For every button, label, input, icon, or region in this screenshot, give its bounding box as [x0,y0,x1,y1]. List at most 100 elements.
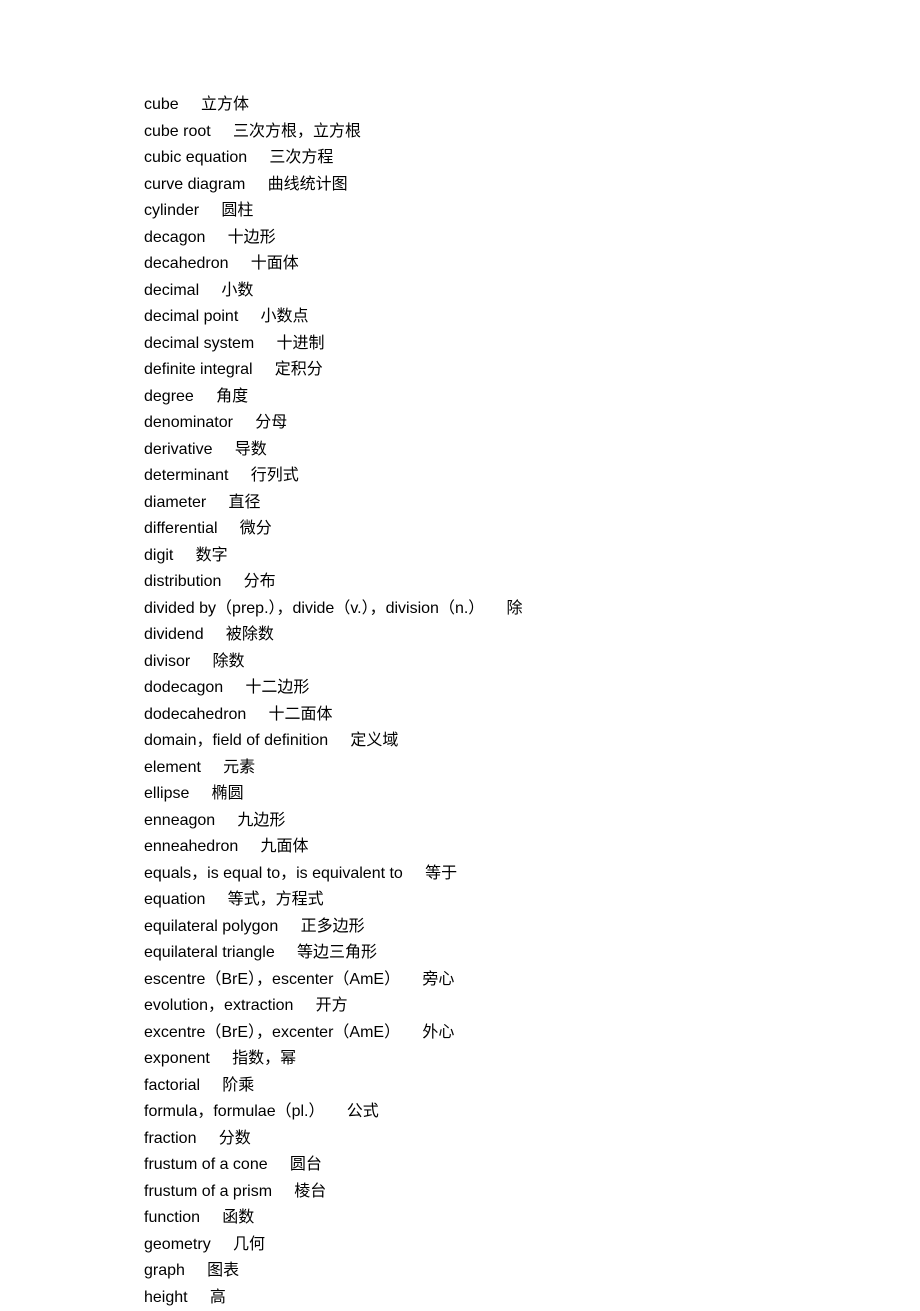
glossary-line: dodecahedron 十二面体 [144,702,920,729]
term-text: definite integral [144,361,253,378]
glossary-line: function 函数 [144,1205,920,1232]
glossary-line: decimal system 十进制 [144,331,920,358]
definition-text: 导数 [235,441,267,458]
glossary-line: enneahedron 九面体 [144,834,920,861]
separator [403,865,425,882]
term-text: cube [144,96,179,113]
term-text: enneahedron [144,838,238,855]
glossary-line: graph 图表 [144,1258,920,1285]
term-text: function [144,1209,200,1226]
separator [253,361,275,378]
glossary-line: distribution 分布 [144,569,920,596]
term-text: equation [144,891,205,908]
definition-text: 高 [210,1289,226,1306]
glossary-line: divisor 除数 [144,649,920,676]
definition-text: 圆台 [290,1156,322,1173]
definition-text: 几何 [233,1236,265,1253]
definition-text: 被除数 [226,626,274,643]
term-text: derivative [144,441,212,458]
definition-text: 阶乘 [222,1077,254,1094]
definition-text: 小数点 [261,308,309,325]
glossary-line: dividend 被除数 [144,622,920,649]
glossary-line: formula，formulae（pl.） 公式 [144,1099,920,1126]
separator [400,1024,422,1041]
glossary-line: escentre（BrE），escenter（AmE） 旁心 [144,967,920,994]
term-text: decagon [144,229,205,246]
separator [199,282,221,299]
term-text: equilateral polygon [144,918,278,935]
glossary-line: definite integral 定积分 [144,357,920,384]
separator [204,626,226,643]
definition-text: 分布 [244,573,276,590]
glossary-line: decagon 十边形 [144,225,920,252]
definition-text: 棱台 [294,1183,326,1200]
term-text: frustum of a prism [144,1183,272,1200]
definition-text: 三次方根，立方根 [233,123,361,140]
term-text: geometry [144,1236,211,1253]
separator [245,176,267,193]
definition-text: 元素 [223,759,255,776]
term-text: dodecahedron [144,706,246,723]
glossary-line: decimal point 小数点 [144,304,920,331]
glossary-line: derivative 导数 [144,437,920,464]
glossary-line: dodecagon 十二边形 [144,675,920,702]
glossary-line: enneagon 九边形 [144,808,920,835]
term-text: ellipse [144,785,189,802]
glossary-line: element 元素 [144,755,920,782]
separator [196,1130,218,1147]
term-text: digit [144,547,173,564]
term-text: escentre（BrE），escenter（AmE） [144,971,400,988]
term-text: decahedron [144,255,229,272]
term-text: height [144,1289,188,1306]
glossary-line: determinant 行列式 [144,463,920,490]
glossary-line: ellipse 椭圆 [144,781,920,808]
term-text: differential [144,520,218,537]
glossary-line: cubic equation 三次方程 [144,145,920,172]
separator [194,388,216,405]
separator [173,547,195,564]
term-text: element [144,759,201,776]
term-text: fraction [144,1130,196,1147]
glossary-line: height 高 [144,1285,920,1311]
definition-text: 图表 [207,1262,239,1279]
glossary-line: equals，is equal to，is equivalent to 等于 [144,861,920,888]
separator [185,1262,207,1279]
definition-text: 函数 [222,1209,254,1226]
glossary-line: differential 微分 [144,516,920,543]
separator [190,653,212,670]
separator [212,441,234,458]
glossary-line: frustum of a cone 圆台 [144,1152,920,1179]
separator [268,1156,290,1173]
separator [210,1050,232,1067]
glossary-line: cube root 三次方根，立方根 [144,119,920,146]
definition-text: 定积分 [275,361,323,378]
definition-text: 外心 [422,1024,454,1041]
separator [211,123,233,140]
separator [223,679,245,696]
definition-text: 十二面体 [269,706,333,723]
definition-text: 开方 [316,997,348,1014]
separator [272,1183,294,1200]
glossary-line: degree 角度 [144,384,920,411]
definition-text: 椭圆 [212,785,244,802]
term-text: evolution，extraction [144,997,293,1014]
term-text: exponent [144,1050,210,1067]
term-text: graph [144,1262,185,1279]
term-text: diameter [144,494,206,511]
separator [233,414,255,431]
separator [221,573,243,590]
glossary-line: domain，field of definition 定义域 [144,728,920,755]
separator [200,1077,222,1094]
term-text: domain，field of definition [144,732,328,749]
term-text: cubic equation [144,149,247,166]
term-text: dodecagon [144,679,223,696]
definition-text: 旁心 [422,971,454,988]
term-text: factorial [144,1077,200,1094]
separator [206,494,228,511]
term-text: excentre（BrE），excenter（AmE） [144,1024,400,1041]
definition-text: 除 [507,600,523,617]
glossary-line: digit 数字 [144,543,920,570]
separator [200,1209,222,1226]
term-text: determinant [144,467,229,484]
separator [328,732,350,749]
